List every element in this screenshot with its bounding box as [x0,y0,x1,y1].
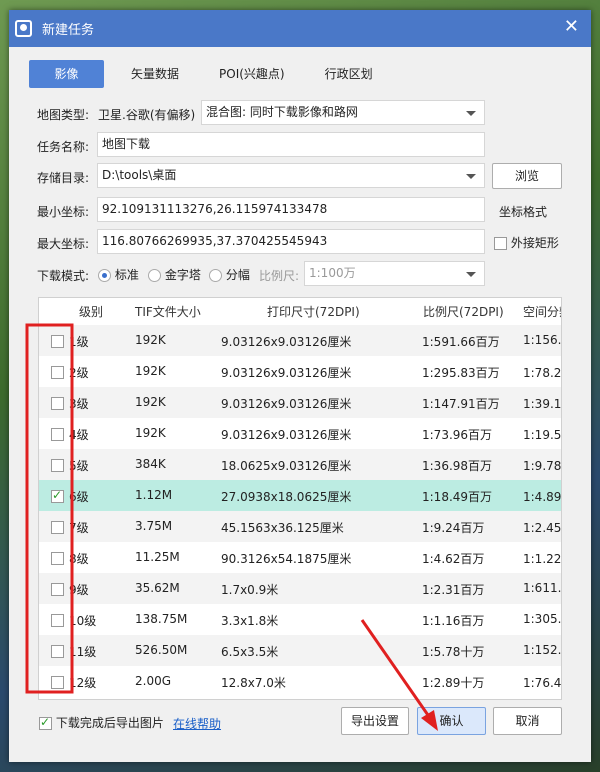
annotation-highlight-box [25,323,74,694]
annotation-arrow [360,619,432,719]
annotation-arrowhead [421,710,438,731]
annotation-overlay [25,323,438,731]
